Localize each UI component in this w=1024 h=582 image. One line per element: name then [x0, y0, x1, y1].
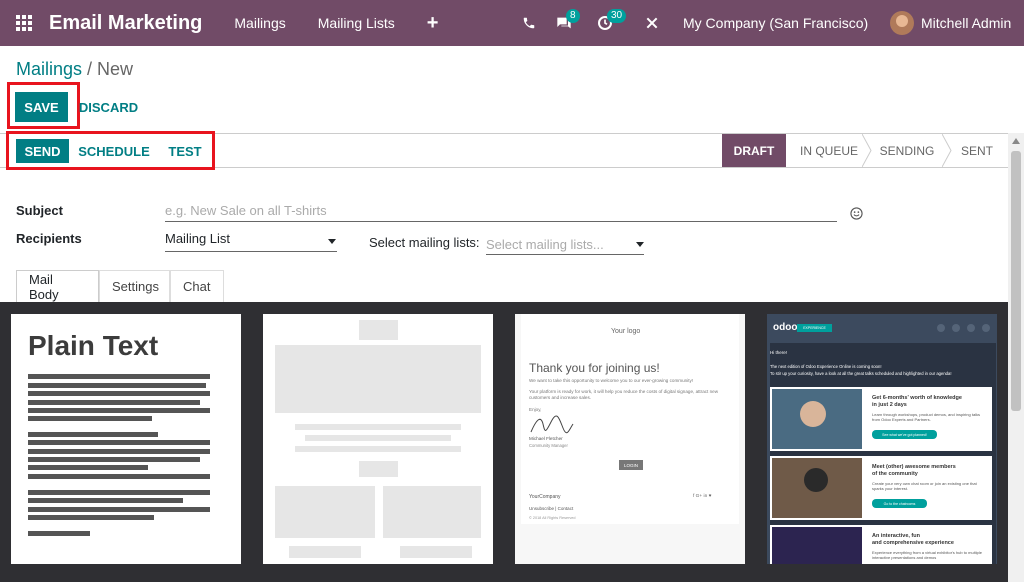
recipients-label: Recipients: [16, 231, 82, 246]
stage-arrow: [862, 134, 872, 167]
send-button[interactable]: SEND: [16, 139, 69, 163]
theme-selector: Plain Text Your logo Thank you for joini…: [0, 302, 1008, 582]
theme-title: Plain Text: [28, 330, 159, 361]
discard-button[interactable]: DISCARD: [79, 92, 138, 122]
item-button: Go to the chatrooms: [872, 499, 927, 508]
top-navbar: Email Marketing Mailings Mailing Lists +…: [0, 0, 1024, 46]
chevron-down-icon: [328, 239, 336, 244]
company-switcher[interactable]: My Company (San Francisco): [683, 0, 868, 46]
event-item-3: An interactive, fun and comprehensive ex…: [770, 525, 992, 564]
signature-image: [530, 415, 574, 434]
item-text: Experience everything from a virtual exh…: [872, 550, 982, 560]
welcome-regards: Enjoy,: [529, 407, 542, 412]
emoji-picker-icon[interactable]: [850, 207, 863, 225]
subject-placeholder: e.g. New Sale on all T-shirts: [165, 203, 327, 218]
add-menu-icon[interactable]: +: [427, 12, 439, 35]
footer-copyright: © 2018 All Rights Reserved: [529, 516, 576, 520]
recipients-select[interactable]: Mailing List: [165, 231, 337, 252]
login-button: LOGIN: [619, 460, 643, 470]
breadcrumb-current: New: [97, 59, 134, 79]
footer-links: Unsubscribe | Contact: [529, 506, 574, 511]
menu-mailing-lists[interactable]: Mailing Lists: [318, 15, 395, 31]
menu-mailings[interactable]: Mailings: [234, 15, 285, 31]
item-title: of the community: [872, 471, 918, 477]
activities-count-badge: 30: [607, 9, 627, 23]
messages-icon[interactable]: [556, 0, 572, 46]
item-text: Create your very own chat room or join a…: [872, 481, 977, 491]
welcome-heading: Thank you for joining us!: [529, 361, 660, 375]
event-item-2: Meet (other) awesome members of the comm…: [770, 456, 992, 520]
chevron-down-icon: [636, 242, 644, 247]
recipients-value: Mailing List: [165, 231, 231, 246]
apps-menu-icon[interactable]: [0, 0, 48, 46]
event-social-icons: [937, 324, 990, 332]
event-greeting: Hi there!: [770, 350, 788, 355]
app-name[interactable]: Email Marketing: [49, 12, 202, 35]
subject-label: Subject: [16, 203, 63, 218]
subject-input[interactable]: e.g. New Sale on all T-shirts: [165, 202, 837, 222]
mailing-lists-placeholder: Select mailing lists...: [486, 237, 604, 252]
signer-role: Community Manager: [529, 443, 568, 448]
page-scrollbar[interactable]: [1008, 133, 1024, 582]
item-button: See what we've got planned!: [872, 430, 937, 439]
signer-name: Michael Fletcher: [529, 436, 563, 441]
event-tag: EXPERIENCE: [797, 324, 832, 332]
breadcrumb-separator: /: [82, 59, 98, 79]
item-text: Learn through workshops, product demos, …: [872, 412, 981, 422]
tab-settings[interactable]: Settings: [99, 270, 170, 302]
user-name: Mitchell Admin: [921, 15, 1012, 31]
breadcrumb-mailings-link[interactable]: Mailings: [16, 59, 82, 79]
footer-company: YourCompany: [529, 494, 561, 500]
stage-sending[interactable]: SENDING: [872, 134, 942, 167]
messages-count-badge: 8: [566, 9, 580, 23]
stage-arrow: [942, 134, 952, 167]
breadcrumb: Mailings / New: [16, 59, 133, 80]
test-button[interactable]: TEST: [160, 139, 210, 163]
user-menu[interactable]: Mitchell Admin: [890, 0, 1011, 46]
activities-icon[interactable]: [597, 0, 613, 46]
footer-social-icons: f G+ in ♥: [693, 494, 712, 499]
mailing-lists-input[interactable]: Select mailing lists...: [486, 236, 644, 255]
welcome-paragraph-1: We want to take this opportunity to welc…: [529, 378, 694, 383]
item-title: Meet (other) awesome members: [872, 464, 956, 470]
mailing-lists-label: Select mailing lists:: [369, 235, 480, 250]
debug-tools-icon[interactable]: [645, 0, 659, 46]
stage-sent[interactable]: SENT: [952, 134, 1002, 167]
tab-mail-body[interactable]: Mail Body: [16, 270, 99, 302]
phone-icon[interactable]: [522, 0, 536, 46]
scroll-up-icon[interactable]: [1012, 138, 1020, 144]
notebook-tabs: Mail Body Settings Chat: [16, 270, 224, 302]
theme-welcome[interactable]: Your logo Thank you for joining us! We w…: [515, 314, 745, 564]
tab-chat[interactable]: Chat: [170, 270, 224, 302]
theme-plain-text[interactable]: Plain Text: [11, 314, 241, 564]
company-name: My Company (San Francisco): [683, 15, 869, 31]
event-intro-2: To stir up your curiosity, have a look a…: [770, 371, 952, 376]
event-logo: odoo: [773, 322, 798, 333]
scrollbar-thumb[interactable]: [1011, 151, 1021, 411]
theme-layout-placeholder[interactable]: [263, 314, 493, 564]
schedule-button[interactable]: SCHEDULE: [74, 139, 154, 163]
avatar: [890, 11, 914, 35]
item-title: in just 2 days: [872, 402, 907, 408]
stage-draft[interactable]: DRAFT: [722, 134, 786, 167]
event-item-1: Get 6-months' worth of knowledge in just…: [770, 387, 992, 451]
item-title: Get 6-months' worth of knowledge: [872, 395, 962, 401]
welcome-paragraph-2: Your platform is ready for work, it will…: [529, 389, 719, 400]
logo-placeholder: Your logo: [611, 328, 641, 335]
item-title: An interactive, fun: [872, 533, 920, 539]
stage-in-queue[interactable]: IN QUEUE: [796, 134, 862, 167]
save-button[interactable]: SAVE: [15, 92, 68, 122]
theme-event[interactable]: odoo EXPERIENCE Hi there! The next editi…: [767, 314, 997, 564]
event-intro-1: The next edition of Odoo Experience Onli…: [770, 364, 882, 369]
item-title: and comprehensive experience: [872, 540, 954, 546]
